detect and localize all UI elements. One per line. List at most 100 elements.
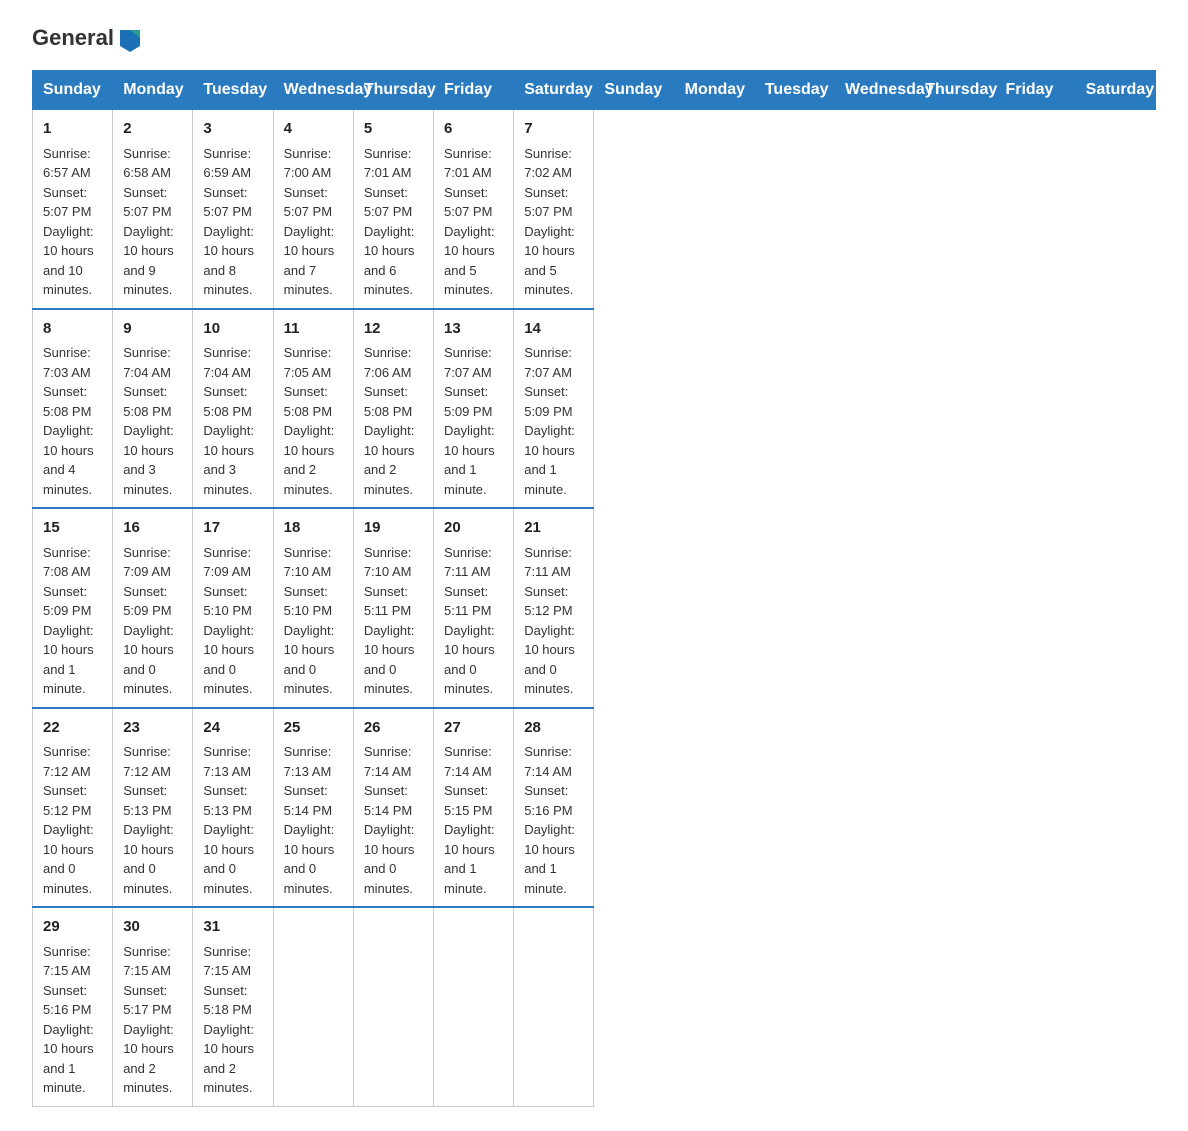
day-cell: 31 Sunrise: 7:15 AM Sunset: 5:18 PM Dayli… [193,907,273,1106]
day-cell: 15 Sunrise: 7:08 AM Sunset: 5:09 PM Dayli… [33,508,113,708]
page-header: General [32,24,1156,52]
day-info: Sunrise: 7:02 AM Sunset: 5:07 PM Dayligh… [524,144,583,300]
day-info: Sunrise: 7:00 AM Sunset: 5:07 PM Dayligh… [284,144,343,300]
day-number: 26 [364,717,423,740]
day-cell: 28Sunrise: 7:14 AM Sunset: 5:16 PM Dayli… [514,708,594,908]
day-number: 19 [364,517,423,540]
day-info: Sunrise: 7:09 AM Sunset: 5:09 PM Dayligh… [123,543,182,699]
day-number: 16 [123,517,182,540]
day-info: Sunrise: 7:09 AM Sunset: 5:10 PM Dayligh… [203,543,262,699]
day-cell [353,907,433,1106]
logo: General [32,24,144,52]
day-number: 28 [524,717,583,740]
header-row: SundayMondayTuesdayWednesdayThursdayFrid… [33,71,1156,110]
day-info: Sunrise: 6:57 AM Sunset: 5:07 PM Dayligh… [43,144,102,300]
day-cell: 5 Sunrise: 7:01 AM Sunset: 5:07 PM Daylig… [353,110,433,309]
header-cell-saturday: Saturday [514,71,594,110]
day-number: 29 [43,916,102,939]
day-cell: 19 Sunrise: 7:10 AM Sunset: 5:11 PM Dayli… [353,508,433,708]
week-row-2: 8Sunrise: 7:03 AM Sunset: 5:08 PM Daylig… [33,309,1156,509]
day-cell: 17 Sunrise: 7:09 AM Sunset: 5:10 PM Dayli… [193,508,273,708]
header-cell-saturday: Saturday [1075,71,1155,110]
day-number: 23 [123,717,182,740]
day-number: 17 [203,517,262,540]
day-cell: 29Sunrise: 7:15 AM Sunset: 5:16 PM Dayli… [33,907,113,1106]
day-info: Sunrise: 7:05 AM Sunset: 5:08 PM Dayligh… [284,343,343,499]
day-cell: 3 Sunrise: 6:59 AM Sunset: 5:07 PM Daylig… [193,110,273,309]
day-number: 12 [364,318,423,341]
day-cell: 26Sunrise: 7:14 AM Sunset: 5:14 PM Dayli… [353,708,433,908]
day-number: 2 [123,118,182,141]
day-info: Sunrise: 7:11 AM Sunset: 5:11 PM Dayligh… [444,543,503,699]
day-info: Sunrise: 7:10 AM Sunset: 5:10 PM Dayligh… [284,543,343,699]
day-number: 7 [524,118,583,141]
day-cell [434,907,514,1106]
day-info: Sunrise: 6:58 AM Sunset: 5:07 PM Dayligh… [123,144,182,300]
day-cell: 8Sunrise: 7:03 AM Sunset: 5:08 PM Daylig… [33,309,113,509]
day-info: Sunrise: 7:11 AM Sunset: 5:12 PM Dayligh… [524,543,583,699]
header-cell-thursday: Thursday [915,71,995,110]
day-cell: 30Sunrise: 7:15 AM Sunset: 5:17 PM Dayli… [113,907,193,1106]
day-number: 25 [284,717,343,740]
day-cell: 12Sunrise: 7:06 AM Sunset: 5:08 PM Dayli… [353,309,433,509]
header-cell-wednesday: Wednesday [273,71,353,110]
day-number: 14 [524,318,583,341]
day-cell: 27Sunrise: 7:14 AM Sunset: 5:15 PM Dayli… [434,708,514,908]
day-cell: 20 Sunrise: 7:11 AM Sunset: 5:11 PM Dayli… [434,508,514,708]
day-info: Sunrise: 7:10 AM Sunset: 5:11 PM Dayligh… [364,543,423,699]
day-number: 9 [123,318,182,341]
day-cell: 6Sunrise: 7:01 AM Sunset: 5:07 PM Daylig… [434,110,514,309]
day-number: 8 [43,318,102,341]
day-number: 4 [284,118,343,141]
day-number: 31 [203,916,262,939]
day-info: Sunrise: 7:01 AM Sunset: 5:07 PM Dayligh… [364,144,423,300]
day-info: Sunrise: 7:08 AM Sunset: 5:09 PM Dayligh… [43,543,102,699]
day-info: Sunrise: 7:15 AM Sunset: 5:18 PM Dayligh… [203,942,262,1098]
day-number: 18 [284,517,343,540]
day-info: Sunrise: 7:04 AM Sunset: 5:08 PM Dayligh… [123,343,182,499]
day-cell: 7 Sunrise: 7:02 AM Sunset: 5:07 PM Daylig… [514,110,594,309]
day-number: 1 [43,118,102,141]
week-row-4: 22Sunrise: 7:12 AM Sunset: 5:12 PM Dayli… [33,708,1156,908]
day-cell: 24Sunrise: 7:13 AM Sunset: 5:13 PM Dayli… [193,708,273,908]
day-cell: 14Sunrise: 7:07 AM Sunset: 5:09 PM Dayli… [514,309,594,509]
day-cell: 16 Sunrise: 7:09 AM Sunset: 5:09 PM Dayli… [113,508,193,708]
header-cell-thursday: Thursday [353,71,433,110]
day-info: Sunrise: 6:59 AM Sunset: 5:07 PM Dayligh… [203,144,262,300]
day-number: 5 [364,118,423,141]
day-cell: 11Sunrise: 7:05 AM Sunset: 5:08 PM Dayli… [273,309,353,509]
day-info: Sunrise: 7:12 AM Sunset: 5:13 PM Dayligh… [123,742,182,898]
day-info: Sunrise: 7:04 AM Sunset: 5:08 PM Dayligh… [203,343,262,499]
day-info: Sunrise: 7:13 AM Sunset: 5:13 PM Dayligh… [203,742,262,898]
day-info: Sunrise: 7:01 AM Sunset: 5:07 PM Dayligh… [444,144,503,300]
day-cell: 1 Sunrise: 6:57 AM Sunset: 5:07 PM Daylig… [33,110,113,309]
day-info: Sunrise: 7:14 AM Sunset: 5:16 PM Dayligh… [524,742,583,898]
week-row-5: 29Sunrise: 7:15 AM Sunset: 5:16 PM Dayli… [33,907,1156,1106]
day-info: Sunrise: 7:07 AM Sunset: 5:09 PM Dayligh… [524,343,583,499]
logo-text: General [32,26,114,50]
day-number: 10 [203,318,262,341]
header-cell-tuesday: Tuesday [193,71,273,110]
day-number: 11 [284,318,343,341]
day-number: 13 [444,318,503,341]
day-info: Sunrise: 7:14 AM Sunset: 5:14 PM Dayligh… [364,742,423,898]
day-cell [514,907,594,1106]
day-number: 3 [203,118,262,141]
day-cell: 2 Sunrise: 6:58 AM Sunset: 5:07 PM Daylig… [113,110,193,309]
header-cell-wednesday: Wednesday [835,71,915,110]
header-cell-sunday: Sunday [33,71,113,110]
day-number: 15 [43,517,102,540]
day-info: Sunrise: 7:07 AM Sunset: 5:09 PM Dayligh… [444,343,503,499]
day-cell: 23Sunrise: 7:12 AM Sunset: 5:13 PM Dayli… [113,708,193,908]
day-number: 21 [524,517,583,540]
header-cell-monday: Monday [113,71,193,110]
week-row-3: 15 Sunrise: 7:08 AM Sunset: 5:09 PM Dayli… [33,508,1156,708]
header-cell-friday: Friday [434,71,514,110]
header-cell-monday: Monday [674,71,754,110]
day-number: 20 [444,517,503,540]
header-cell-tuesday: Tuesday [754,71,834,110]
day-number: 24 [203,717,262,740]
logo-icon [116,24,144,52]
day-number: 30 [123,916,182,939]
week-row-1: 1 Sunrise: 6:57 AM Sunset: 5:07 PM Daylig… [33,110,1156,309]
